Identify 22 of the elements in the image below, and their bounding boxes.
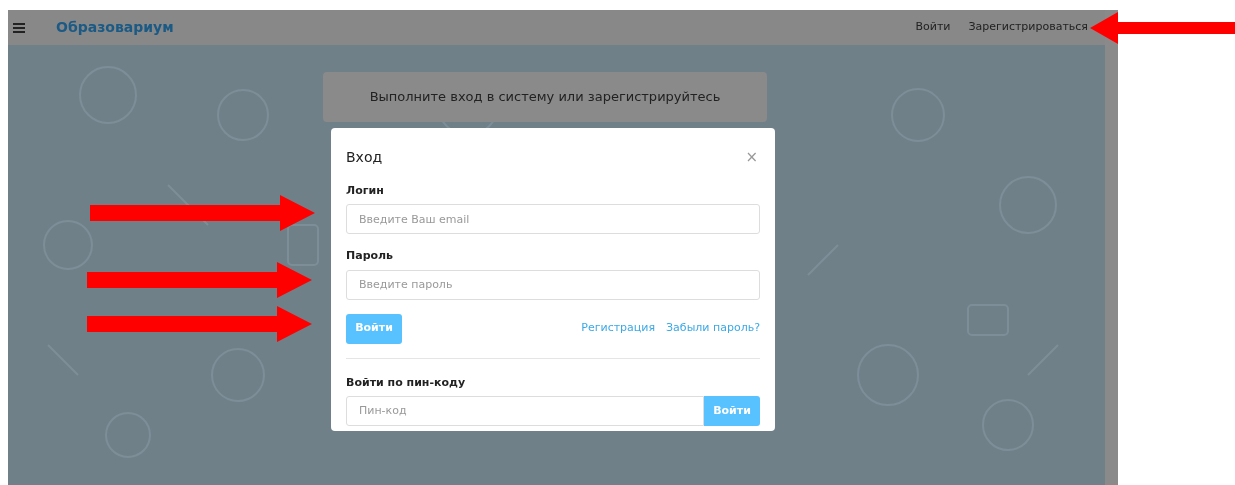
nav-link[interactable]: Войти [915,19,951,36]
annotation-arrow-icon [1090,12,1235,44]
close-button[interactable]: × [745,146,758,169]
scrollbar[interactable] [1105,10,1118,485]
pin-field[interactable]: Пин-код [346,396,704,426]
annotation-arrow-icon [87,306,312,342]
field-label: Логин [346,182,385,199]
input-field[interactable]: Введите Ваш email [346,204,760,234]
annotation-arrow-icon [87,262,312,298]
input-field[interactable]: Введите пароль [346,269,760,300]
dialog-title: Вход [346,147,383,167]
nav-link[interactable]: Зарегистрироваться [968,19,1088,36]
notice-banner: Выполните вход в систему или зарегистрируйтесь [323,72,767,122]
menu-icon[interactable] [13,22,25,33]
text-link[interactable]: Забыли пароль? [666,320,760,337]
field-label: Войти по пин-коду [346,374,467,391]
login-button[interactable]: Войти [346,313,402,344]
annotation-arrow-icon [90,195,315,231]
pin-login-button[interactable]: Войти [704,396,760,426]
field-label: Пароль [346,248,395,264]
brand-link[interactable]: Образовариум [56,17,174,38]
text-link[interactable]: Регистрация [581,320,656,337]
